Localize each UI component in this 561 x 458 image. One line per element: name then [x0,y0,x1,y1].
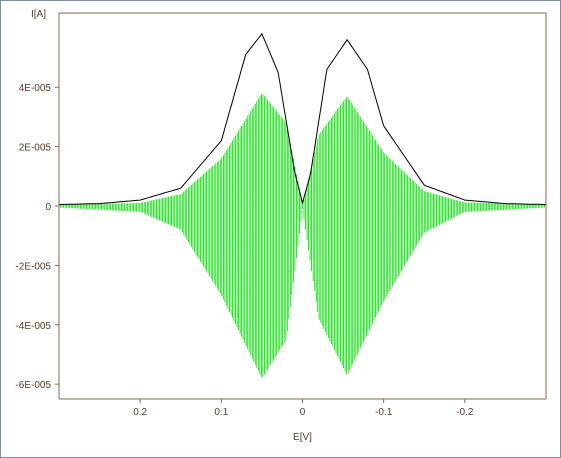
y-tick-label: -2E-005 [15,261,51,272]
x-tick-label: -0.1 [375,407,393,418]
chart: 0.2 0.1 0 -0.1 -0.2 4E-005 2E-005 0 -2E-005 -4E-… [15,9,547,443]
y-tick-label: -6E-005 [15,380,51,391]
oscillation-trace [58,94,547,378]
x-tick-label: 0 [300,407,306,418]
x-tick-label: 0.1 [214,407,228,418]
trace-series-path [58,94,547,378]
y-tick-label: 2E-005 [19,143,52,154]
x-axis-title: E[V] [293,432,312,443]
x-tick-label: -0.2 [456,407,474,418]
chart-window: 0.2 0.1 0 -0.1 -0.2 4E-005 2E-005 0 -2E-005 -4E-… [0,0,561,458]
y-tick-label: 0 [45,202,51,213]
y-axis-title: I[A] [31,9,46,20]
y-ticks: 4E-005 2E-005 0 -2E-005 -4E-005 -6E-005 [15,83,59,391]
y-tick-label: -4E-005 [15,321,51,332]
envelope-line [59,32,546,205]
x-tick-label: 0.2 [133,407,147,418]
y-tick-label: 4E-005 [19,83,52,94]
x-ticks: 0.2 0.1 0 -0.1 -0.2 [133,399,474,418]
envelope-series-path [59,32,546,205]
